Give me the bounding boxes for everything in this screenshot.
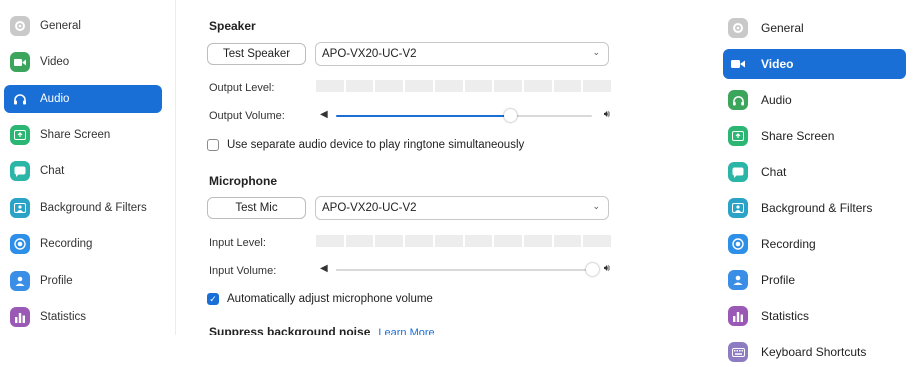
- sidebar-item-background-filters[interactable]: Background & Filters: [4, 194, 162, 222]
- sidebar-item-background-filters[interactable]: Background & Filters: [723, 193, 906, 223]
- sidebar-item-label: Background & Filters: [761, 201, 873, 215]
- background-icon: [728, 198, 748, 218]
- gear-icon: [10, 16, 30, 36]
- sidebar-item-profile[interactable]: Profile: [723, 265, 906, 295]
- sidebar-item-label: Recording: [761, 237, 816, 251]
- separate-device-checkbox[interactable]: [207, 139, 219, 151]
- auto-adjust-option[interactable]: ✓ Automatically adjust microphone volume: [207, 293, 433, 305]
- sidebar-item-label: Statistics: [761, 309, 810, 323]
- sidebar-item-recording[interactable]: Recording: [723, 229, 906, 259]
- sidebar-item-label: Profile: [761, 273, 796, 287]
- sidebar-item-label: Audio: [761, 93, 792, 107]
- microphone-section-title: Microphone: [209, 174, 277, 188]
- sidebar-item-label: Share Screen: [761, 129, 835, 143]
- sidebar-item-recording[interactable]: Recording: [4, 230, 162, 258]
- sidebar-item-label: Statistics: [40, 311, 87, 323]
- sidebar-item-label: Share Screen: [40, 129, 111, 141]
- separate-device-option[interactable]: Use separate audio device to play ringto…: [207, 139, 524, 151]
- video-icon: [10, 52, 30, 72]
- sidebar-item-label: Keyboard Shortcuts: [761, 345, 867, 359]
- headphones-icon: [10, 89, 30, 109]
- sidebar-item-video[interactable]: Video: [4, 48, 162, 76]
- sidebar-item-profile[interactable]: Profile: [4, 267, 162, 295]
- chevron-down-icon: ⌄: [592, 201, 600, 211]
- input-volume-slider[interactable]: ◀ 🔊︎: [316, 262, 612, 278]
- sidebar-item-label: General: [40, 20, 81, 32]
- keyboard-icon: [728, 342, 748, 362]
- sidebar-item-statistics[interactable]: Statistics: [4, 303, 162, 331]
- sidebar-item-label: Chat: [40, 165, 65, 177]
- chat-icon: [10, 161, 30, 181]
- gear-icon: [728, 18, 748, 38]
- sidebar-item-label: Video: [40, 56, 70, 68]
- chat-icon: [728, 162, 748, 182]
- share-screen-icon: [728, 126, 748, 146]
- input-volume-label: Input Volume:: [209, 265, 277, 277]
- output-volume-thumb[interactable]: [504, 109, 518, 122]
- suppress-noise-title: Suppress background noise Learn More: [209, 325, 435, 335]
- sidebar-item-video[interactable]: Video: [723, 49, 906, 79]
- sidebar-item-share-screen[interactable]: Share Screen: [723, 121, 906, 151]
- headphones-icon: [728, 90, 748, 110]
- sidebar-item-chat[interactable]: Chat: [723, 157, 906, 187]
- speaker-device-value: APO-VX20-UC-V2: [322, 48, 417, 60]
- auto-adjust-checkbox[interactable]: ✓: [207, 293, 219, 305]
- recording-icon: [728, 234, 748, 254]
- volume-high-icon: 🔊︎: [603, 109, 610, 120]
- sidebar-item-audio[interactable]: Audio: [723, 85, 906, 115]
- share-screen-icon: [10, 125, 30, 145]
- speaker-device-select[interactable]: APO-VX20-UC-V2 ⌄: [315, 42, 609, 66]
- background-icon: [10, 198, 30, 218]
- chevron-down-icon: ⌄: [592, 47, 600, 57]
- volume-low-icon: ◀: [320, 109, 328, 120]
- sidebar-item-general[interactable]: General: [723, 13, 906, 43]
- sidebar-item-label: Background & Filters: [40, 202, 147, 214]
- microphone-device-value: APO-VX20-UC-V2: [322, 202, 417, 214]
- output-volume-slider[interactable]: ◀ 🔊︎: [316, 108, 612, 124]
- sidebar-item-audio[interactable]: Audio: [4, 85, 162, 113]
- auto-adjust-label: Automatically adjust microphone volume: [227, 293, 433, 305]
- profile-icon: [728, 270, 748, 290]
- input-level-label: Input Level:: [209, 237, 266, 249]
- sidebar-item-label: Audio: [40, 93, 70, 105]
- sidebar-item-label: Recording: [40, 238, 93, 250]
- suppress-noise-label: Suppress background noise: [209, 325, 371, 335]
- video-icon: [728, 54, 748, 74]
- input-level-meter: [316, 235, 612, 247]
- volume-low-icon: ◀: [320, 263, 328, 274]
- sidebar-item-label: General: [761, 21, 804, 35]
- sidebar-item-keyboard-shortcuts[interactable]: Keyboard Shortcuts: [723, 337, 906, 367]
- profile-icon: [10, 271, 30, 291]
- speaker-section-title: Speaker: [209, 19, 256, 33]
- test-mic-button[interactable]: Test Mic: [207, 197, 306, 219]
- separate-device-label: Use separate audio device to play ringto…: [227, 139, 525, 151]
- recording-icon: [10, 234, 30, 254]
- sidebar-item-label: Chat: [761, 165, 787, 179]
- audio-settings-panel: Speaker Test Speaker APO-VX20-UC-V2 ⌄ Ou…: [176, 0, 676, 360]
- test-speaker-button[interactable]: Test Speaker: [207, 43, 306, 65]
- sidebar-item-label: Video: [761, 57, 794, 71]
- statistics-icon: [10, 307, 30, 327]
- sidebar-item-chat[interactable]: Chat: [4, 157, 162, 185]
- microphone-device-select[interactable]: APO-VX20-UC-V2 ⌄: [315, 196, 609, 220]
- output-volume-label: Output Volume:: [209, 110, 285, 122]
- volume-high-icon: 🔊︎: [603, 263, 610, 274]
- input-volume-thumb[interactable]: [586, 263, 599, 276]
- output-level-label: Output Level:: [209, 82, 275, 94]
- sidebar-item-general[interactable]: General: [4, 12, 162, 40]
- left-sidebar: General Video Audio Share Screen Chat Ba…: [0, 0, 172, 360]
- learn-more-link[interactable]: Learn More: [378, 327, 434, 335]
- sidebar-item-share-screen[interactable]: Share Screen: [4, 121, 162, 149]
- right-sidebar: General Video Audio Share Screen Chat Ba…: [723, 0, 908, 362]
- output-level-meter: [316, 80, 612, 92]
- sidebar-item-statistics[interactable]: Statistics: [723, 301, 906, 331]
- sidebar-item-label: Profile: [40, 275, 73, 287]
- statistics-icon: [728, 306, 748, 326]
